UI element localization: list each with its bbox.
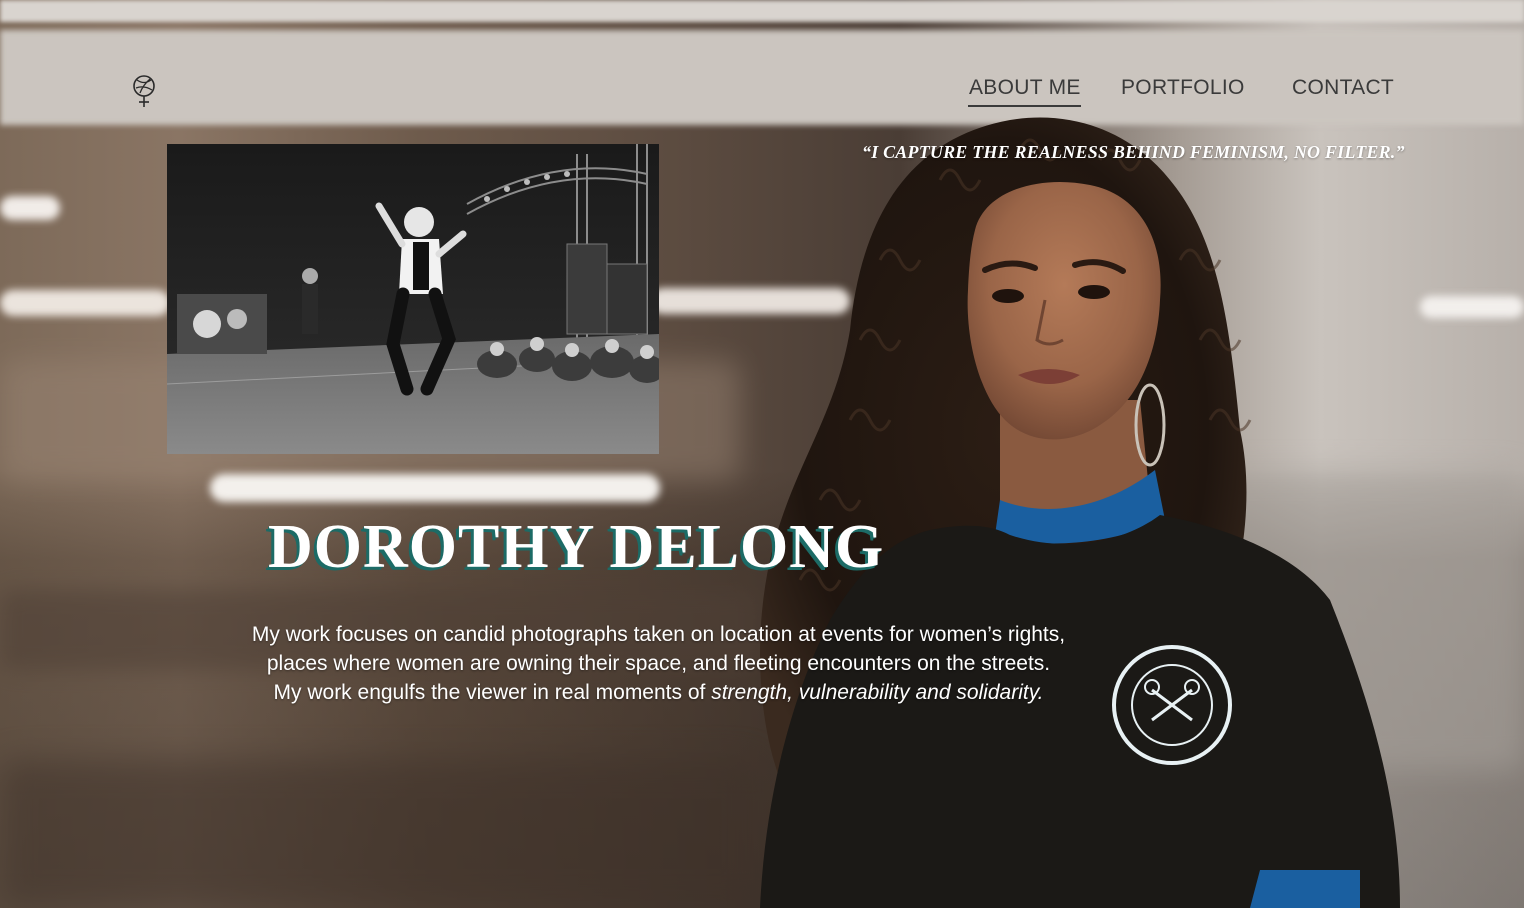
concert-photo-graphic (167, 144, 659, 454)
bio-emphasis-text: strength, vulnerability and solidarity. (711, 681, 1044, 704)
bio-line-1: My work focuses on candid photographs ta… (251, 623, 1066, 646)
top-navigation-bar: ABOUT ME PORTFOLIO CONTACT (0, 58, 1524, 124)
bio-line-3: My work engulfs the viewer in real momen… (196, 678, 1121, 707)
nav-link-portfolio[interactable]: PORTFOLIO (1121, 76, 1245, 100)
nav-link-about-me[interactable]: ABOUT ME (969, 76, 1081, 100)
tagline-quote: “I CAPTURE THE REALNESS BEHIND FEMINISM,… (862, 142, 1405, 162)
nav-link-contact[interactable]: CONTACT (1292, 76, 1394, 100)
photographer-name-heading: DOROTHY DELONG (268, 513, 885, 581)
bio-paragraph: My work focuses on candid photographs ta… (196, 620, 1121, 707)
shirt-logo-graphic (1112, 645, 1232, 765)
active-nav-underline (968, 105, 1081, 107)
portrait-woman-image (760, 117, 1400, 908)
bio-line-2: places where women are owning their spac… (266, 652, 1051, 675)
bio-line-3-text: My work engulfs the viewer in real momen… (273, 681, 712, 704)
venus-rose-logo-icon[interactable] (131, 74, 157, 108)
concert-stage-photo (167, 144, 659, 454)
landing-page: ABOUT ME PORTFOLIO CONTACT “I CAPTURE TH… (0, 0, 1524, 908)
